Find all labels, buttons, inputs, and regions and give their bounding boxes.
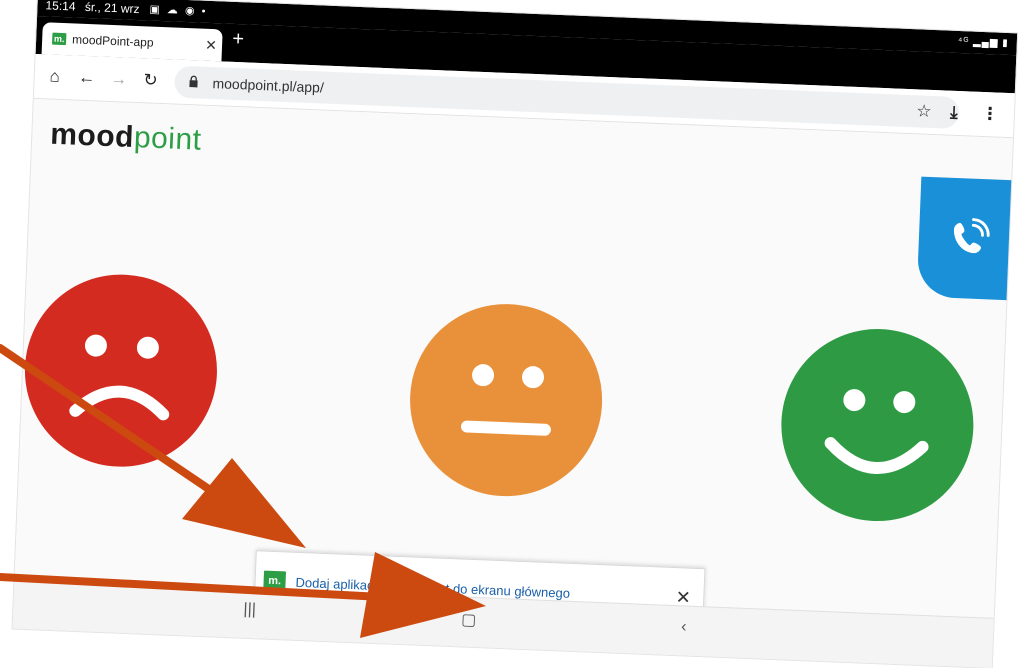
neutral-face-button[interactable] — [406, 300, 606, 500]
new-tab-icon[interactable]: + — [232, 28, 245, 51]
forward-icon[interactable]: → — [106, 67, 131, 92]
chrome-icon: ◉ — [184, 4, 197, 18]
url-text: moodpoint.pl/app/ — [212, 75, 325, 96]
moodpoint-page: moodpoint m. Dodaj aplikacje moodPoint d… — [13, 98, 1018, 643]
download-icon[interactable]: ⤓ — [941, 100, 966, 125]
reload-icon[interactable]: ↻ — [138, 68, 163, 93]
sad-face-icon — [69, 334, 170, 421]
happy-face-icon — [824, 389, 929, 474]
system-icons: ⁴ᴳ ▂▄▆ ▮ — [958, 31, 1010, 55]
menu-icon[interactable]: ⋮ — [977, 102, 1002, 127]
lte-icon: ⁴ᴳ — [957, 35, 970, 48]
tab-close-icon[interactable]: ✕ — [200, 36, 223, 54]
back-button-icon[interactable]: ‹ — [681, 618, 687, 636]
call-button[interactable] — [916, 176, 1018, 301]
lock-icon — [188, 75, 203, 91]
favicon-icon: m. — [51, 32, 67, 46]
neutral-face-icon — [460, 364, 551, 436]
recent-apps-icon[interactable]: ||| — [243, 601, 256, 619]
cloud-icon: ☁ — [166, 4, 181, 17]
moodpoint-logo: moodpoint — [49, 117, 203, 157]
tab-title: moodPoint-app — [71, 32, 154, 50]
image-icon: ▣ — [149, 3, 163, 16]
happy-face-button[interactable] — [777, 325, 978, 525]
phone-icon — [953, 218, 990, 254]
tablet-screen: 15:14 śr., 21 wrz ▣ ☁ ◉ • ⁴ᴳ ▂▄▆ ▮ m. mo… — [12, 0, 1018, 668]
home-button-icon[interactable]: ▢ — [461, 609, 477, 630]
notification-icons: ▣ ☁ ◉ • — [149, 0, 208, 23]
dot-icon: • — [201, 5, 208, 18]
home-icon[interactable]: ⌂ — [42, 64, 67, 89]
back-icon[interactable]: ← — [74, 66, 99, 91]
signal-icon: ▂▄▆ — [972, 36, 999, 49]
sad-face-button[interactable] — [21, 270, 221, 471]
battery-icon: ▮ — [1002, 37, 1010, 49]
star-icon[interactable]: ☆ — [912, 99, 937, 124]
